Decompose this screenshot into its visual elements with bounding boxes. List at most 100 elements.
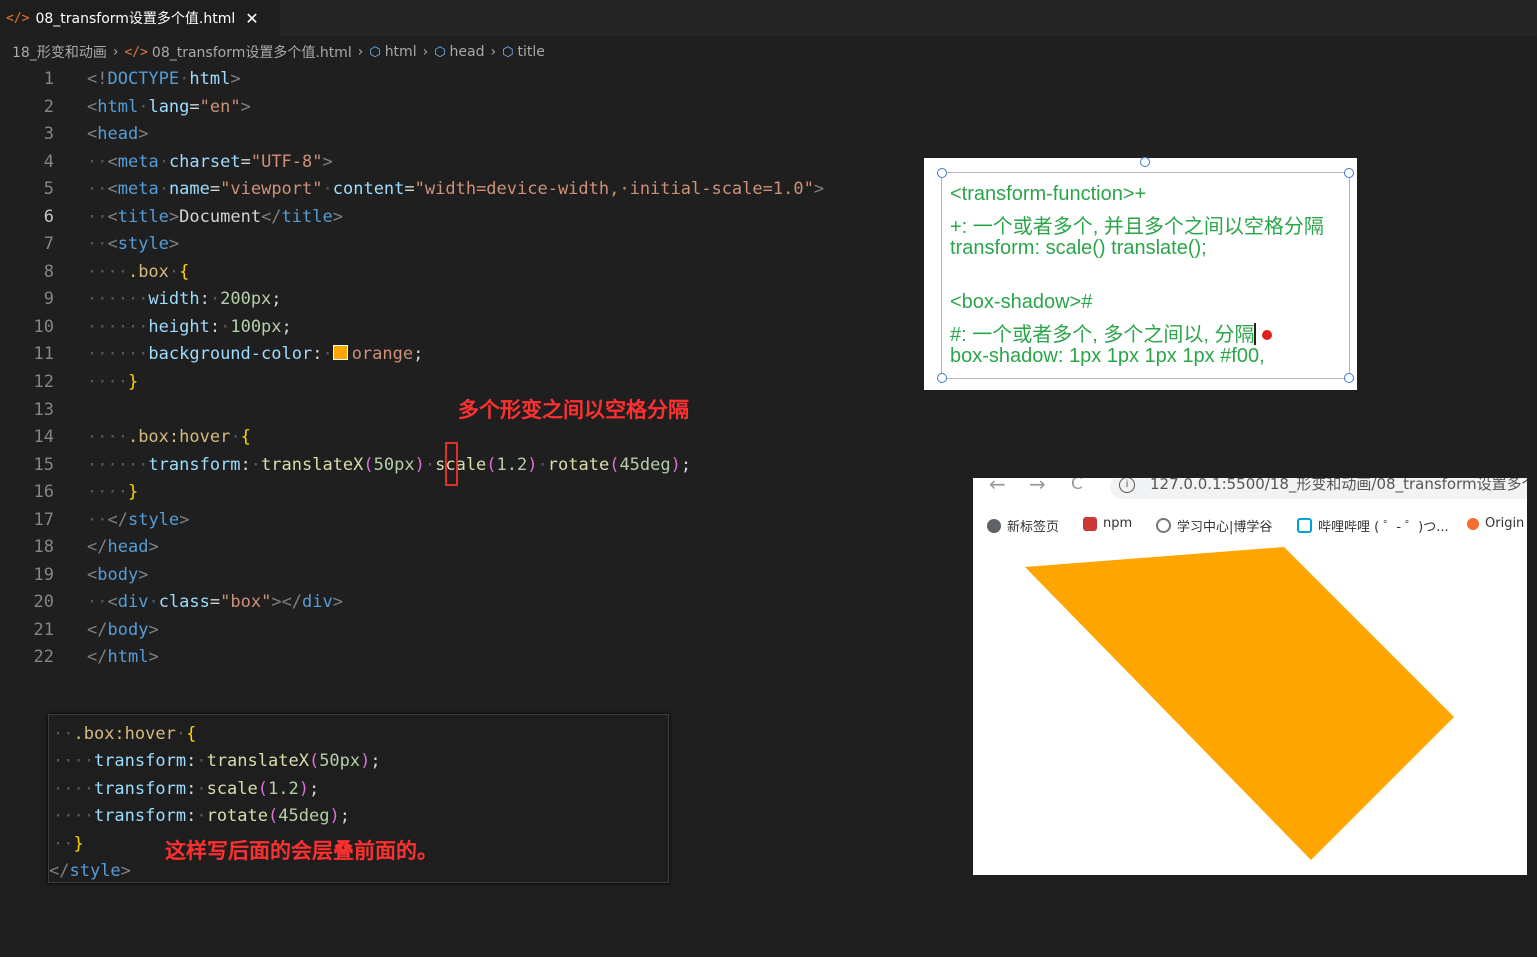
html-file-icon: </>	[6, 10, 30, 26]
note-line: <box-shadow>#	[950, 291, 1093, 313]
chevron-right-icon: ›	[357, 44, 364, 60]
line-number: 18	[33, 537, 54, 558]
code-line: 2 <html·lang="en">	[0, 94, 930, 122]
forward-arrow-icon[interactable]: →	[1029, 478, 1046, 496]
code-line: 5 ··<meta·name="viewport"·content="width=…	[0, 176, 930, 204]
line-number: 11	[33, 344, 54, 365]
reload-icon[interactable]: C	[1071, 478, 1083, 494]
npm-icon	[1083, 516, 1097, 531]
resize-handle-icon[interactable]	[937, 373, 947, 383]
note-textbox[interactable]: <transform-function>+ +: 一个或者多个, 并且多个之间以…	[924, 157, 1357, 390]
code-line: 21 </body>	[0, 617, 930, 645]
note-line: #: 一个或者多个, 多个之间以, 分隔	[950, 318, 1273, 347]
breadcrumb-item-head[interactable]: head	[450, 44, 485, 60]
code-line: 4 ··<meta·charset="UTF-8">	[0, 149, 930, 177]
line-number: 1	[43, 69, 54, 89]
override-annotation: 这样写后面的会层叠前面的。	[165, 839, 438, 863]
line-number: 19	[33, 564, 54, 585]
chevron-right-icon: ›	[422, 44, 429, 60]
bookmark-item[interactable]: Origin	[1467, 516, 1524, 531]
address-bar[interactable]: 127.0.0.1:5500/18_形变和动画/08_transform设置多个	[1110, 478, 1527, 499]
code-line: 12 ····}	[0, 369, 930, 397]
line-number: 20	[33, 592, 54, 613]
resize-handle-icon[interactable]	[1344, 373, 1354, 383]
line-number: 21	[33, 619, 54, 640]
bookmark-item[interactable]: npm	[1083, 516, 1132, 531]
line-number: 15	[33, 454, 54, 475]
code-line: 6 ··<title>Document</title>	[0, 204, 930, 232]
code-line: 3 <head>	[0, 121, 930, 149]
page-viewport	[973, 538, 1527, 875]
resize-handle-icon[interactable]	[1344, 168, 1354, 178]
code-line: 10 ······height:·100px;	[0, 314, 930, 342]
bookmark-item[interactable]: 学习中心|博学谷	[1156, 516, 1272, 535]
html-file-icon: </>	[124, 44, 148, 60]
line-number: 16	[33, 482, 54, 503]
snippet-line: ····transform:·rotate(45deg);	[53, 806, 350, 826]
code-line: 1 <!DOCTYPE·html>	[0, 66, 930, 94]
code-line: 19 <body>	[0, 562, 930, 590]
browser-preview: ← → C 127.0.0.1:5500/18_形变和动画/08_transfo…	[973, 478, 1527, 875]
line-number: 17	[33, 509, 54, 530]
line-number: 10	[33, 316, 54, 337]
line-number: 22	[33, 647, 54, 668]
code-line: 8 ····.box·{	[0, 259, 930, 287]
element-cube-icon: ⬡	[434, 44, 446, 60]
code-line: 9 ······width:·200px;	[0, 286, 930, 314]
code-editor[interactable]: 1 <!DOCTYPE·html> 2 <html·lang="en"> 3 <hea…	[0, 66, 930, 672]
snippet-line: </style>	[49, 861, 131, 881]
line-number: 13	[33, 399, 54, 420]
bookmark-item[interactable]: 哔哩哔哩 ( ゜- ゜)つ...	[1297, 516, 1449, 535]
note-line: box-shadow: 1px 1px 1px 1px #f00,	[950, 345, 1265, 367]
browser-toolbar: ← → C 127.0.0.1:5500/18_形变和动画/08_transfo…	[973, 478, 1527, 504]
line-number: 14	[33, 427, 54, 448]
breadcrumb-item-html[interactable]: html	[385, 44, 417, 60]
breadcrumb: 18_形变和动画 › </> 08_transform设置多个值.html › …	[0, 36, 1537, 68]
tab-bar: </> 08_transform设置多个值.html ✕	[0, 0, 1537, 36]
chevron-right-icon: ›	[112, 44, 119, 60]
spaces-annotation: 多个形变之间以空格分隔	[458, 398, 689, 422]
line-number: 9	[43, 289, 54, 310]
transformed-box-canvas	[1025, 547, 1454, 860]
line-number: 7	[43, 234, 54, 255]
note-line: transform: scale() translate();	[950, 237, 1207, 259]
code-line: 20 ··<div·class="box"></div>	[0, 589, 930, 617]
line-number: 8	[43, 261, 54, 282]
code-line: 22 </html>	[0, 644, 930, 672]
code-snippet-panel: ··.box:hover·{ ····transform:·translateX…	[48, 714, 669, 883]
note-line: +: 一个或者多个, 并且多个之间以空格分隔	[950, 216, 1324, 238]
code-line: 11 ······background-color:· orange;	[0, 341, 930, 369]
snippet-line: ··.box:hover·{	[53, 724, 197, 744]
line-number: 6	[43, 206, 54, 227]
code-line: 18 </head>	[0, 534, 930, 562]
breadcrumb-item-title[interactable]: title	[517, 44, 544, 60]
learning-icon	[1156, 518, 1171, 533]
bilibili-icon	[1297, 518, 1312, 533]
breadcrumb-file[interactable]: 08_transform设置多个值.html	[152, 42, 352, 62]
line-number: 4	[43, 151, 54, 172]
color-swatch[interactable]	[332, 345, 348, 361]
tab-active-file[interactable]: </> 08_transform设置多个值.html ✕	[0, 0, 280, 36]
code-line: 15 ······transform:·translateX(50px)·scal…	[0, 452, 930, 480]
element-cube-icon: ⬡	[369, 44, 381, 60]
bookmark-item[interactable]: 新标签页	[987, 516, 1059, 535]
code-line: 17 ··</style>	[0, 507, 930, 535]
chevron-right-icon: ›	[490, 44, 497, 60]
note-line: <transform-function>+	[950, 183, 1147, 205]
transformed-box[interactable]	[1025, 547, 1454, 860]
snippet-line: ··}	[53, 834, 84, 854]
highlight-space-marker	[445, 442, 458, 486]
snippet-line: ····transform:·translateX(50px);	[53, 751, 381, 771]
code-line: 16 ····}	[0, 479, 930, 507]
origin-icon	[1467, 517, 1479, 530]
close-icon[interactable]: ✕	[245, 9, 258, 28]
text-caret	[1254, 323, 1257, 345]
resize-handle-icon[interactable]	[937, 168, 947, 178]
breadcrumb-folder[interactable]: 18_形变和动画	[12, 42, 107, 62]
code-line: 14 ····.box:hover·{	[0, 424, 930, 452]
element-cube-icon: ⬡	[502, 44, 514, 60]
rotate-handle-icon[interactable]	[1140, 157, 1150, 167]
back-arrow-icon[interactable]: ←	[989, 478, 1006, 496]
line-number: 12	[33, 372, 54, 393]
line-number: 5	[43, 179, 54, 200]
